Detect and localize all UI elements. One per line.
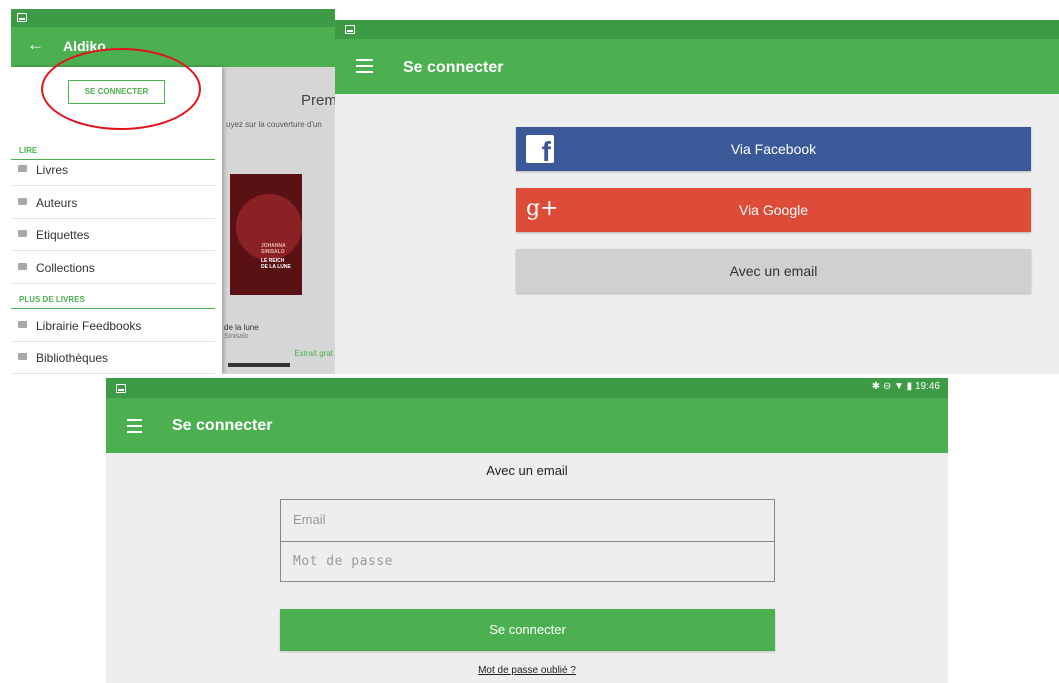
drawer-item-label: Collections xyxy=(36,261,95,275)
book-author: Sinisalo xyxy=(224,333,249,340)
clock: 19:46 xyxy=(914,381,940,392)
password-field[interactable]: Mot de passe xyxy=(281,541,774,581)
drawer-item-books[interactable]: Livres xyxy=(11,154,215,186)
drawer-item-label: Auteurs xyxy=(36,196,78,210)
section-divider xyxy=(11,308,215,309)
drawer-screenshot: ← Aldiko Prem uyez sur la couverture d'u… xyxy=(11,9,335,374)
status-bar: ✱ ⊖ ▼ ▮ 19:46 xyxy=(106,378,948,398)
login-form: Email Mot de passe xyxy=(280,499,775,582)
drawer-item-label: Bibliothèques xyxy=(36,351,109,365)
back-arrow-icon[interactable]: ← xyxy=(27,35,44,55)
section-more-label: PLUS DE LIVRES xyxy=(19,295,85,304)
email-login-button[interactable]: Avec un email xyxy=(516,249,1031,293)
book-title: de la lune xyxy=(224,323,259,332)
google-plus-icon: g+ xyxy=(526,196,559,221)
status-bar xyxy=(335,20,1059,39)
gallery-icon xyxy=(17,13,27,22)
free-excerpt-link[interactable]: Extrait grat xyxy=(294,349,333,358)
do-not-disturb-icon: ⊖ xyxy=(882,381,892,392)
drawer-item-label: Etiquettes xyxy=(36,228,90,242)
drawer-item-label: Livres xyxy=(36,163,69,177)
collection-icon xyxy=(18,263,27,270)
forgot-password-link[interactable]: Mot de passe oublié ? xyxy=(106,665,948,676)
cover-title: LE REICH DE LA LUNE xyxy=(261,258,291,270)
facebook-icon: f xyxy=(526,135,554,167)
app-bar: Se connecter xyxy=(106,398,948,453)
email-login-screenshot: ✱ ⊖ ▼ ▮ 19:46 Se connecter Avec un email… xyxy=(106,378,948,683)
google-login-button[interactable]: g+ Via Google xyxy=(516,188,1031,232)
form-heading: Avec un email xyxy=(486,463,568,478)
next-book-strip xyxy=(228,363,290,367)
drawer-item-authors[interactable]: Auteurs xyxy=(11,187,215,219)
drawer-item-tags[interactable]: Etiquettes xyxy=(11,219,215,251)
facebook-label: Via Facebook xyxy=(730,141,817,157)
drawer-item-feedbooks[interactable]: Librairie Feedbooks xyxy=(11,310,215,342)
person-icon xyxy=(18,198,27,205)
email-label: Avec un email xyxy=(729,263,818,279)
background-hint: uyez sur la couverture d'un xyxy=(226,120,322,129)
email-field[interactable]: Email xyxy=(281,500,774,540)
bluetooth-icon: ✱ xyxy=(871,381,881,392)
drawer-item-libraries[interactable]: Bibliothèques xyxy=(11,342,215,374)
highlight-circle xyxy=(41,48,201,130)
gallery-icon xyxy=(116,384,126,393)
drawer-item-collections[interactable]: Collections xyxy=(11,252,215,284)
battery-icon: ▮ xyxy=(906,381,913,392)
app-bar: Se connecter xyxy=(335,39,1059,94)
library-background: Prem uyez sur la couverture d'un JOHANNA… xyxy=(222,67,335,374)
book-icon xyxy=(18,165,27,172)
menu-icon[interactable] xyxy=(127,419,142,437)
store-icon xyxy=(18,321,27,328)
cover-author: JOHANNA SINISALO xyxy=(261,243,286,255)
drawer-item-label: Librairie Feedbooks xyxy=(36,319,142,333)
wifi-icon: ▼ xyxy=(893,381,904,392)
app-title: Se connecter xyxy=(172,417,273,434)
gallery-icon xyxy=(345,25,355,34)
status-icons: ✱ ⊖ ▼ ▮ 19:46 xyxy=(872,381,940,392)
facebook-login-button[interactable]: f Via Facebook xyxy=(516,127,1031,171)
menu-icon[interactable] xyxy=(356,59,373,77)
book-cover[interactable]: JOHANNA SINISALO LE REICH DE LA LUNE xyxy=(230,174,302,295)
library-icon xyxy=(18,353,27,360)
app-title: Se connecter xyxy=(403,59,504,76)
google-label: Via Google xyxy=(738,202,808,218)
status-bar xyxy=(11,9,335,27)
background-heading: Prem xyxy=(301,92,335,109)
login-options-screenshot: Se connecter f Via Facebook g+ Via Googl… xyxy=(335,20,1059,374)
tag-icon xyxy=(18,230,27,237)
submit-button[interactable]: Se connecter xyxy=(280,609,775,651)
